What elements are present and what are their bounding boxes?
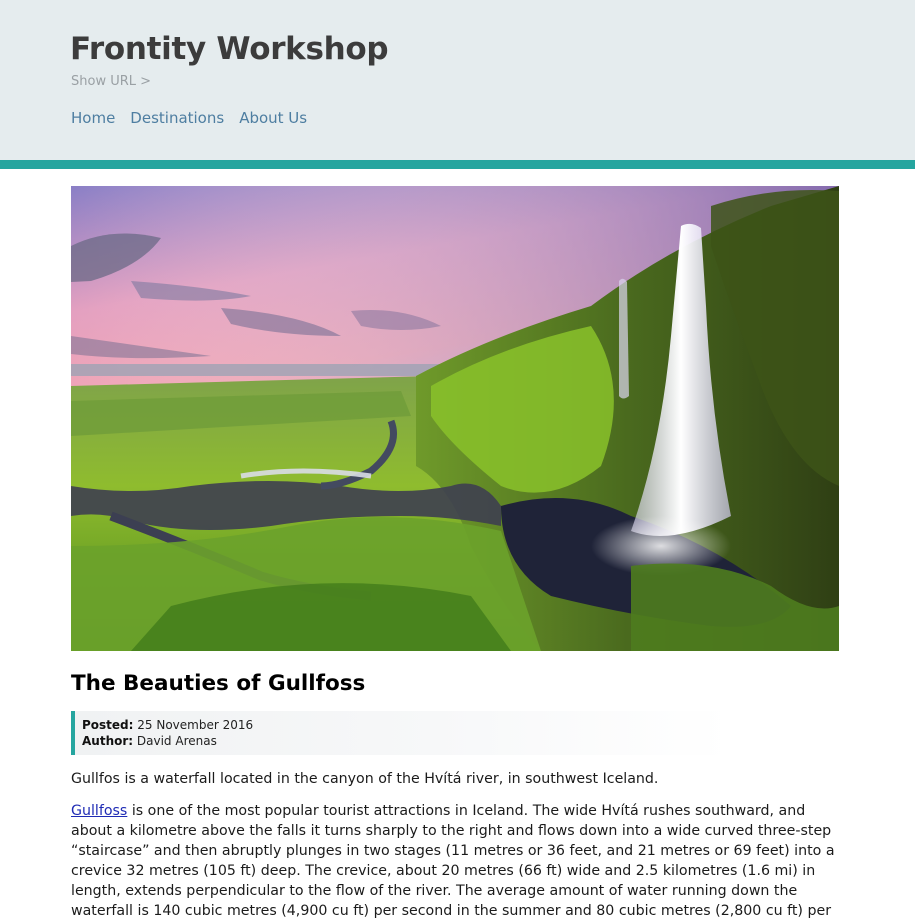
nav-link-about-us[interactable]: About Us [239,109,307,127]
main-nav: Home Destinations About Us [71,109,307,127]
nav-link-destinations[interactable]: Destinations [130,109,224,127]
gullfoss-link[interactable]: Gullfoss [71,803,127,819]
site-title[interactable]: Frontity Workshop [70,31,389,67]
post-paragraph-2-text: is one of the most popular tourist attra… [71,803,835,919]
post-title: The Beauties of Gullfoss [71,671,366,696]
author-name: David Arenas [136,734,217,748]
post-paragraph-1: Gullfos is a waterfall located in the ca… [71,771,659,787]
posted-date: 25 November 2016 [137,718,254,732]
post-paragraph-2: Gullfoss is one of the most popular tour… [71,801,846,921]
show-url-toggle[interactable]: Show URL > [71,74,151,89]
nav-link-home[interactable]: Home [71,109,115,127]
author-label: Author: [82,734,134,748]
posted-label: Posted: [82,718,134,732]
post-date-row: Posted: 25 November 2016 [82,717,731,733]
post-meta: Posted: 25 November 2016 Author: David A… [71,711,731,755]
site-header: Frontity Workshop Show URL > Home Destin… [0,0,915,160]
hero-image [71,186,839,651]
header-accent-bar [0,160,915,169]
post-author-row: Author: David Arenas [82,733,731,749]
